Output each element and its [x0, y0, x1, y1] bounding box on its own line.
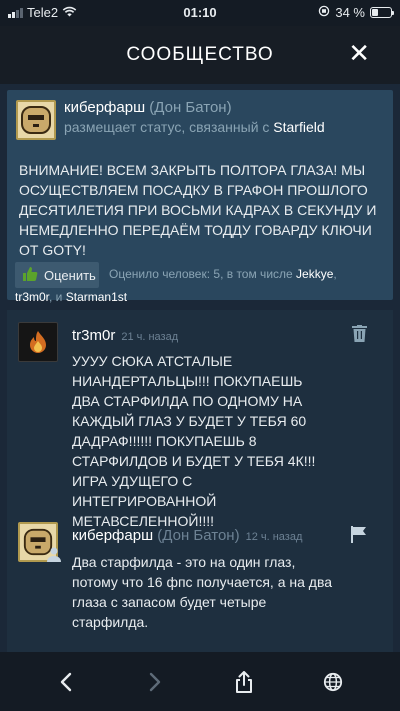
- rate-up-label: Оценить: [44, 267, 96, 283]
- comment-timestamp: 21 ч. назад: [121, 331, 179, 343]
- chevron-left-icon: [60, 672, 72, 692]
- battery-icon: [370, 7, 394, 18]
- flag-icon: [351, 526, 366, 543]
- content-area[interactable]: киберфарш (Дон Батон) размещает статус, …: [0, 84, 400, 652]
- open-in-browser-button[interactable]: [318, 668, 348, 696]
- comment-body: Два старфилда - это на один глаз, потому…: [72, 554, 333, 630]
- forward-button[interactable]: [140, 668, 170, 696]
- status-bar: Tele2 01:10 34 %: [0, 0, 400, 26]
- close-icon: ✕: [348, 38, 370, 68]
- battery-percent: 34 %: [335, 5, 365, 20]
- rated-user-link[interactable]: Starman1st: [66, 290, 127, 304]
- comment-author-nickname: (Дон Батон): [157, 527, 240, 544]
- globe-icon: [323, 672, 343, 692]
- close-button[interactable]: ✕: [348, 40, 370, 66]
- page-title: СООБЩЕСТВО: [126, 44, 274, 65]
- post-body: ВНИМАНИЕ! ВСЕМ ЗАКРЫТЬ ПОЛТОРА ГЛАЗА! МЫ…: [19, 162, 377, 258]
- post-author-name[interactable]: киберфарш: [64, 99, 145, 116]
- thumbs-up-icon: [22, 266, 38, 285]
- author-avatar[interactable]: [16, 100, 56, 140]
- rated-user-link[interactable]: Jekkye: [296, 267, 333, 281]
- delete-comment-button[interactable]: [352, 325, 367, 347]
- rated-summary: Оценило человек: 5, в том числе Jekkye,: [109, 267, 337, 281]
- flame-avatar-icon: [30, 331, 46, 353]
- rated-users: tr3m0r, и Starman1st: [15, 290, 127, 304]
- rated-user-link[interactable]: tr3m0r: [15, 290, 49, 304]
- share-button[interactable]: [229, 668, 259, 696]
- game-link[interactable]: Starfield: [273, 119, 324, 135]
- status-right: 34 %: [318, 5, 394, 20]
- post-author-nickname: (Дон Батон): [149, 99, 232, 116]
- comment-timestamp: 12 ч. назад: [245, 531, 303, 543]
- comments-list: tr3m0r 21 ч. назад УУУУ СЮКА АТСТАЛЫЕ НИА…: [7, 310, 393, 652]
- comment-avatar[interactable]: [18, 322, 58, 362]
- rated-separator: ,: [333, 267, 337, 281]
- top-bar: СООБЩЕСТВО ✕: [0, 26, 400, 84]
- status-post: киберфарш (Дон Батон) размещает статус, …: [7, 90, 393, 304]
- chevron-right-icon: [149, 672, 161, 692]
- bread-mascot-icon: [21, 106, 51, 134]
- post-author[interactable]: киберфарш (Дон Батон): [64, 99, 232, 116]
- comment-body: УУУУ СЮКА АТСТАЛЫЕ НИАНДЕРТАЛЬЦЫ!!! ПОКУ…: [72, 353, 316, 529]
- comment-header: киберфарш (Дон Батон) 12 ч. назад: [72, 527, 302, 544]
- rate-up-button[interactable]: Оценить: [15, 262, 99, 288]
- post-subtitle: размещает статус, связанный с Starfield: [64, 119, 325, 135]
- trash-icon: [352, 325, 367, 342]
- rated-count-text: Оценило человек: 5, в том числе: [109, 267, 293, 281]
- report-comment-button[interactable]: [350, 525, 368, 548]
- comment-author[interactable]: tr3m0r: [72, 327, 115, 344]
- comment-header: tr3m0r 21 ч. назад: [72, 327, 178, 344]
- user-badge-icon: [47, 546, 61, 567]
- share-icon: [236, 671, 252, 693]
- post-subtitle-text: размещает статус, связанный с: [64, 119, 270, 135]
- orientation-lock-icon: [318, 5, 330, 20]
- rated-and: , и: [49, 290, 63, 304]
- comment-author[interactable]: киберфарш: [72, 527, 153, 544]
- browser-toolbar: [0, 652, 400, 711]
- back-button[interactable]: [51, 668, 81, 696]
